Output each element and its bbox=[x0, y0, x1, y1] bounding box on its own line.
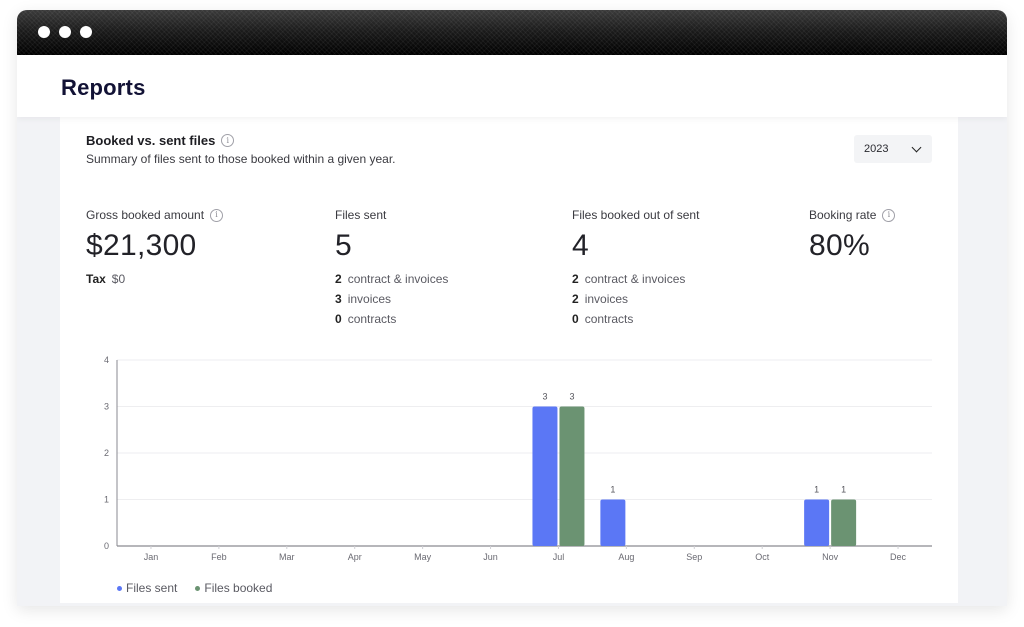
chart-legend: Files sent Files booked bbox=[117, 581, 272, 595]
x-tick-label: Jul bbox=[553, 552, 565, 562]
bar-data-label: 1 bbox=[814, 485, 819, 495]
x-tick-label: Oct bbox=[755, 552, 770, 562]
x-tick-label: Dec bbox=[890, 552, 907, 562]
x-tick-label: Jun bbox=[483, 552, 498, 562]
bar-chart: 0 1 2 3 4 Jan Feb Mar Apr May Jun Jul Aug Sep Oct Nov De… bbox=[60, 117, 958, 603]
legend-item-files-booked[interactable]: Files booked bbox=[195, 581, 272, 595]
bar-files-sent bbox=[600, 499, 626, 546]
window-maximize-dot[interactable] bbox=[80, 26, 92, 38]
legend-dot bbox=[195, 585, 201, 591]
legend-item-files-sent[interactable]: Files sent bbox=[117, 581, 177, 595]
legend-label: Files booked bbox=[204, 581, 273, 595]
bar-data-label: 3 bbox=[569, 392, 574, 402]
chart-svg: 0 1 2 3 4 Jan Feb Mar Apr May Jun Jul Aug Sep Oct Nov De… bbox=[104, 355, 932, 562]
x-tick-label: Jan bbox=[144, 552, 159, 562]
y-tick-label: 3 bbox=[104, 402, 109, 412]
y-tick-label: 2 bbox=[104, 448, 109, 458]
bar-files-sent bbox=[804, 499, 830, 546]
y-tick-label: 0 bbox=[104, 541, 109, 551]
x-tick-label: Mar bbox=[279, 552, 295, 562]
booked-vs-sent-card: Booked vs. sent files i Summary of files… bbox=[60, 117, 958, 603]
x-tick-label: Sep bbox=[686, 552, 702, 562]
bar-files-sent bbox=[532, 406, 558, 546]
bar-data-label: 1 bbox=[610, 485, 615, 495]
legend-label: Files sent bbox=[126, 581, 178, 595]
bar-files-booked bbox=[559, 406, 585, 546]
window-controls bbox=[38, 26, 92, 38]
y-tick-label: 1 bbox=[104, 495, 109, 505]
x-tick-label: Aug bbox=[618, 552, 634, 562]
page-header: Reports bbox=[17, 55, 1007, 117]
bar-data-label: 1 bbox=[841, 485, 846, 495]
bar-files-booked bbox=[831, 499, 857, 546]
x-tick-label: Apr bbox=[348, 552, 362, 562]
app-window: Reports Booked vs. sent files i Summary … bbox=[17, 10, 1007, 606]
legend-dot bbox=[117, 585, 122, 591]
page-title: Reports bbox=[61, 75, 146, 100]
bar-data-label: 3 bbox=[542, 392, 547, 402]
window-minimize-dot[interactable] bbox=[59, 26, 71, 38]
x-tick-label: Nov bbox=[822, 552, 839, 562]
x-tick-label: May bbox=[414, 552, 432, 562]
y-tick-label: 4 bbox=[104, 355, 109, 365]
x-tick-label: Feb bbox=[211, 552, 227, 562]
window-titlebar bbox=[17, 10, 1007, 55]
window-close-dot[interactable] bbox=[38, 26, 50, 38]
